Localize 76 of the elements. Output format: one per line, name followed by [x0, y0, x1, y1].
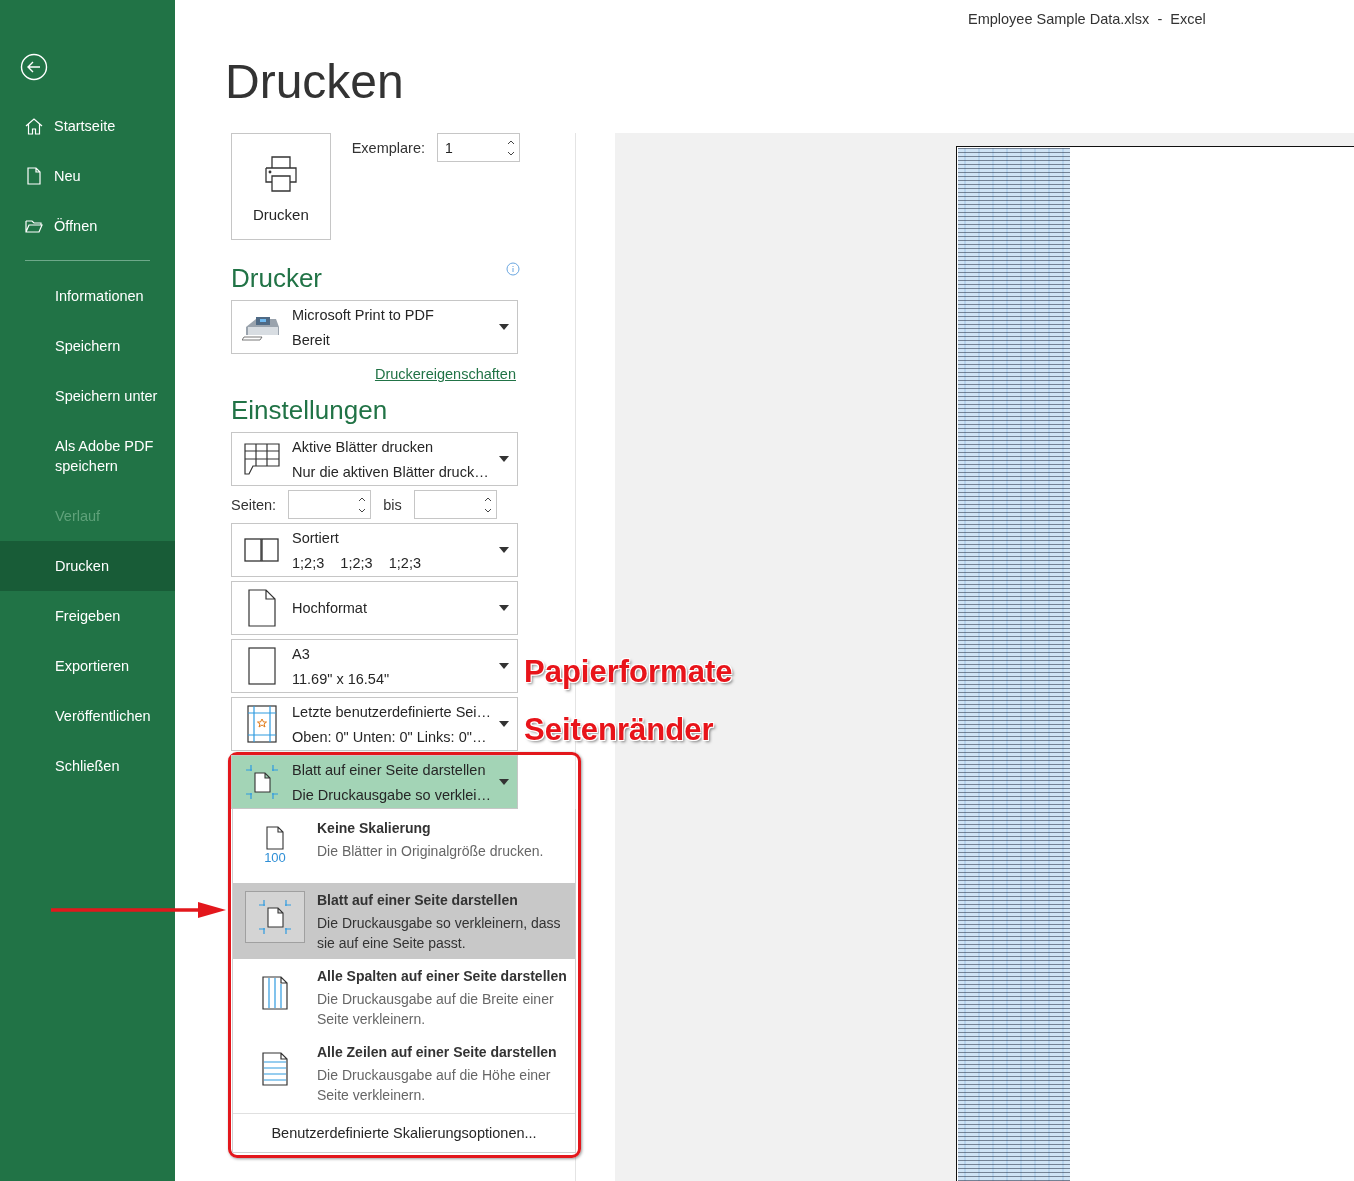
home-icon — [24, 116, 44, 136]
annotation-label: Papierformate — [524, 654, 733, 690]
page-title: Drucken — [225, 54, 405, 110]
scaling-option[interactable]: Blatt auf einer Seite darstellen Die Druckausgabe so verkleinern, dass sie auf eine Seite passt. — [233, 883, 575, 959]
print-button[interactable]: Drucken — [231, 133, 331, 240]
option-title: Blatt auf einer Seite darstellen — [317, 891, 519, 910]
window-title: Employee Sample Data.xlsx - Excel — [967, 10, 1207, 29]
sidebar-item[interactable]: Drucken — [0, 541, 175, 591]
settings-dropdown[interactable]: Sortiert 1;2;3 1;2;3 1;2;3 — [231, 523, 518, 577]
option-description: Die Blätter in Originalgröße drucken. — [317, 842, 544, 861]
caret-icon — [499, 721, 510, 727]
dropdown-title: Letzte benutzerdefinierte Sei… — [292, 702, 492, 722]
section-heading: Drucker — [231, 262, 322, 294]
caret-icon — [499, 779, 510, 785]
fit-page-icon — [245, 764, 279, 800]
copies-spinner[interactable]: 1 — [437, 133, 520, 162]
page-icon — [248, 589, 276, 627]
printer-properties-link[interactable]: Druckereigenschaften — [374, 366, 516, 382]
sidebar-item[interactable]: Veröffentlichen — [0, 691, 175, 741]
caret-icon — [499, 324, 509, 330]
spinner-arrows-icon[interactable] — [358, 495, 367, 514]
printer-dropdown[interactable]: Microsoft Print to PDF Bereit — [231, 300, 518, 354]
spinner-arrows-icon[interactable] — [507, 138, 515, 157]
option-description: Die Druckausgabe so verkleinern, dass sie auf eine Seite passt. — [317, 914, 562, 953]
spinner-arrows-icon[interactable] — [483, 495, 492, 514]
dropdown-title: Hochformat — [292, 599, 368, 618]
settings-dropdown[interactable]: Aktive Blätter drucken Nur die aktiven Blätter druck… — [231, 432, 518, 486]
sidebar-item[interactable]: Speichern — [0, 321, 175, 371]
caret-icon — [499, 547, 509, 553]
caret-icon — [499, 456, 509, 462]
copies-label: Exemplare: — [351, 139, 425, 156]
back-button[interactable] — [18, 51, 50, 83]
caret-icon — [499, 605, 509, 611]
dropdown-title: A3 — [292, 644, 311, 664]
option-title: Keine Skalierung — [317, 819, 432, 838]
printer-name: Microsoft Print to PDF — [292, 305, 435, 325]
dropdown-subtitle: 1;2;3 1;2;3 1;2;3 — [292, 553, 422, 573]
sidebar-item[interactable]: Exportieren — [0, 641, 175, 691]
settings-dropdown[interactable]: Letzte benutzerdefinierte Sei… Oben: 0" Unten: 0" Links: 0"… — [231, 697, 518, 751]
rows-page-icon — [261, 1051, 289, 1087]
settings-dropdown[interactable]: Blatt auf einer Seite darstellen Die Druckausgabe so verklei… — [231, 755, 518, 809]
settings-dropdown[interactable]: Hochformat — [231, 581, 518, 635]
margins-icon — [247, 705, 277, 743]
option-title: Alle Zeilen auf einer Seite darstellen — [317, 1043, 558, 1062]
pages-label: Seiten: — [231, 496, 277, 513]
dropdown-subtitle: Oben: 0" Unten: 0" Links: 0"… — [292, 727, 488, 747]
sidebar-item[interactable]: Informationen — [0, 271, 175, 321]
sidebar-item[interactable]: Als Adobe PDF speichern — [0, 421, 175, 491]
caret-icon — [499, 663, 509, 669]
dropdown-title: Sortiert — [292, 528, 340, 548]
annotation-label: Seitenränder — [524, 712, 714, 748]
sidebar-item[interactable]: Neu — [0, 151, 175, 201]
grid-icon — [244, 443, 280, 475]
dropdown-subtitle: Nur die aktiven Blätter druck… — [292, 462, 490, 482]
info-icon — [506, 262, 520, 276]
sidebar-item[interactable]: Schließen — [0, 741, 175, 791]
option-description: Die Druckausgabe auf die Breite einer Seite verkleinern. — [317, 990, 555, 1029]
option-title: Alle Spalten auf einer Seite darstellen — [317, 967, 567, 986]
settings-dropdown[interactable]: A3 11.69" x 16.54" — [231, 639, 518, 693]
section-heading: Einstellungen — [231, 394, 389, 426]
pages-to-label: bis — [383, 496, 402, 513]
page-icon — [248, 647, 276, 685]
fit-page-icon — [258, 899, 292, 935]
sidebar-item[interactable]: Startseite — [0, 101, 175, 151]
sidebar-item[interactable]: Öffnen — [0, 201, 175, 251]
dropdown-subtitle: Die Druckausgabe so verklei… — [292, 785, 492, 805]
document-icon — [24, 166, 44, 186]
sidebar-item[interactable]: Freigeben — [0, 591, 175, 641]
option-description: Die Druckausgabe auf die Höhe einer Seite verkleinern. — [317, 1066, 552, 1105]
printer-status: Bereit — [292, 330, 331, 350]
dropdown-title: Blatt auf einer Seite darstellen — [292, 760, 487, 780]
sidebar-item[interactable]: Speichern unter — [0, 371, 175, 421]
columns-page-icon — [261, 975, 289, 1011]
dropdown-title: Aktive Blätter drucken — [292, 437, 435, 457]
two-pages-icon — [244, 538, 280, 562]
dropdown-subtitle: 11.69" x 16.54" — [292, 669, 391, 689]
